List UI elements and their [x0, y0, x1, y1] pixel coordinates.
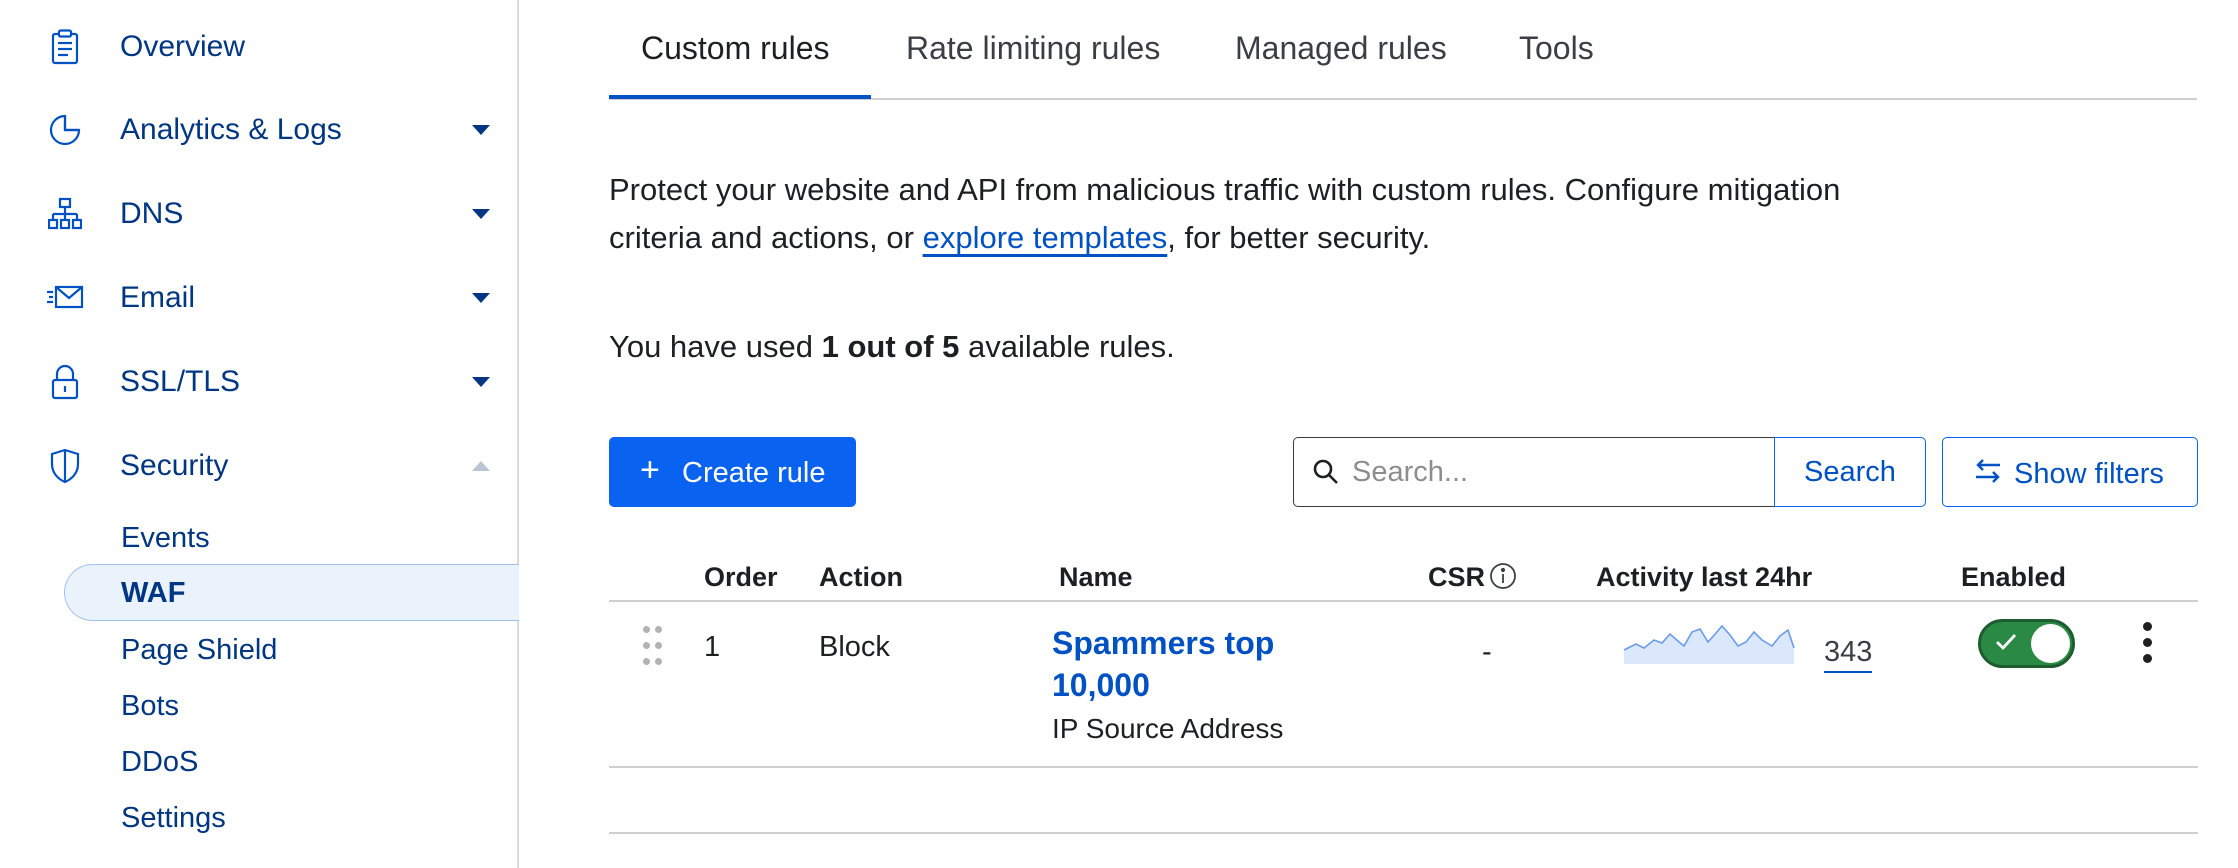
chevron-down-icon[interactable]: [472, 293, 490, 303]
more-options-icon[interactable]: [2133, 622, 2163, 666]
column-header-csr[interactable]: CSR: [1428, 562, 1485, 593]
sidebar-item-overview[interactable]: Overview: [0, 17, 517, 77]
sidebar-item-security[interactable]: Security: [0, 436, 517, 496]
sidebar-item-label: Security: [120, 449, 229, 482]
sidebar-subitem-settings[interactable]: Settings: [121, 802, 226, 835]
sidebar-item-label: DNS: [120, 197, 184, 230]
toggle-knob: [2031, 624, 2070, 663]
pie-chart-icon: [46, 111, 84, 149]
sidebar-subitem-label: WAF: [121, 577, 186, 609]
active-tab-indicator: [609, 95, 871, 99]
column-header-activity[interactable]: Activity last 24hr: [1596, 562, 1812, 593]
sidebar-subitem-bots[interactable]: Bots: [121, 690, 179, 723]
tab-custom-rules[interactable]: Custom rules: [641, 30, 830, 67]
create-rule-button[interactable]: + Create rule: [609, 437, 856, 507]
intro-text: Protect your website and API from malici…: [609, 166, 1939, 262]
rule-csr: -: [1482, 636, 1492, 668]
table-bottom-divider: [609, 832, 2198, 834]
sidebar-item-label: Analytics & Logs: [120, 113, 342, 146]
lock-icon: [46, 363, 84, 401]
chevron-down-icon[interactable]: [472, 209, 490, 219]
tab-rate-limiting-rules[interactable]: Rate limiting rules: [906, 30, 1160, 67]
drag-handle-icon[interactable]: [641, 626, 665, 666]
usage-count: 1 out of 5: [821, 329, 960, 364]
usage-text-start: You have used: [609, 329, 822, 364]
search-input[interactable]: [1352, 450, 1752, 494]
search-button-label: Search: [1804, 455, 1896, 488]
tab-tools[interactable]: Tools: [1519, 30, 1594, 67]
sidebar-item-dns[interactable]: DNS: [0, 184, 517, 244]
sidebar-item-label: SSL/TLS: [120, 365, 241, 398]
sidebar-subitem-page-shield[interactable]: Page Shield: [121, 634, 277, 667]
explore-templates-link[interactable]: explore templates: [923, 220, 1168, 255]
activity-sparkline: [1622, 620, 1797, 671]
rule-action: Block: [819, 631, 890, 663]
plus-icon: +: [640, 451, 660, 489]
network-icon: [46, 195, 84, 233]
column-header-name[interactable]: Name: [1059, 562, 1133, 593]
shield-icon: [46, 447, 84, 485]
sidebar-item-label: Email: [120, 281, 196, 314]
usage-text: You have used 1 out of 5 available rules…: [609, 329, 1175, 365]
check-icon: [1995, 632, 2017, 657]
show-filters-button[interactable]: Show filters: [1942, 437, 2198, 507]
activity-count-link[interactable]: 343: [1824, 636, 1873, 673]
rule-subtitle: IP Source Address: [1052, 713, 1284, 744]
header-divider: [609, 600, 2198, 602]
show-filters-label: Show filters: [2014, 458, 2164, 490]
tab-managed-rules[interactable]: Managed rules: [1235, 30, 1447, 67]
sidebar-subitem-ddos[interactable]: DDoS: [121, 746, 198, 779]
clipboard-icon: [46, 28, 84, 66]
search-box: [1293, 437, 1775, 507]
column-header-order[interactable]: Order: [704, 562, 778, 593]
rule-order: 1: [704, 631, 721, 663]
sidebar-subitem-events[interactable]: Events: [121, 522, 210, 555]
chevron-down-icon[interactable]: [472, 125, 490, 135]
sidebar-item-analytics[interactable]: Analytics & Logs: [0, 100, 517, 160]
email-icon: [46, 279, 84, 317]
row-divider: [609, 766, 2198, 768]
sidebar-item-email[interactable]: Email: [0, 268, 517, 328]
tab-bar: Custom rules Rate limiting rules Managed…: [609, 0, 2197, 100]
search-button[interactable]: Search: [1774, 437, 1926, 507]
chevron-down-icon[interactable]: [472, 377, 490, 387]
column-header-action[interactable]: Action: [819, 562, 903, 593]
rule-name-link[interactable]: Spammers top 10,000: [1052, 622, 1312, 706]
info-icon[interactable]: [1489, 562, 1517, 595]
column-header-enabled[interactable]: Enabled: [1961, 562, 2066, 593]
usage-text-end: available rules.: [959, 329, 1175, 364]
sidebar-item-label: Overview: [120, 30, 246, 63]
create-rule-label: Create rule: [682, 457, 826, 489]
enabled-toggle[interactable]: [1978, 619, 2075, 668]
swap-arrows-icon: [1974, 458, 2002, 492]
intro-text-end: , for better security.: [1167, 220, 1431, 255]
sidebar-item-ssl-tls[interactable]: SSL/TLS: [0, 352, 517, 412]
sidebar: Overview Analytics & Logs DNS Email SSL/…: [0, 0, 519, 868]
chevron-up-icon[interactable]: [472, 461, 490, 471]
sidebar-subitem-waf[interactable]: WAF: [64, 564, 519, 621]
search-icon: [1312, 458, 1340, 491]
rules-table: Order Action Name CSR Activity last 24hr…: [609, 550, 2198, 868]
